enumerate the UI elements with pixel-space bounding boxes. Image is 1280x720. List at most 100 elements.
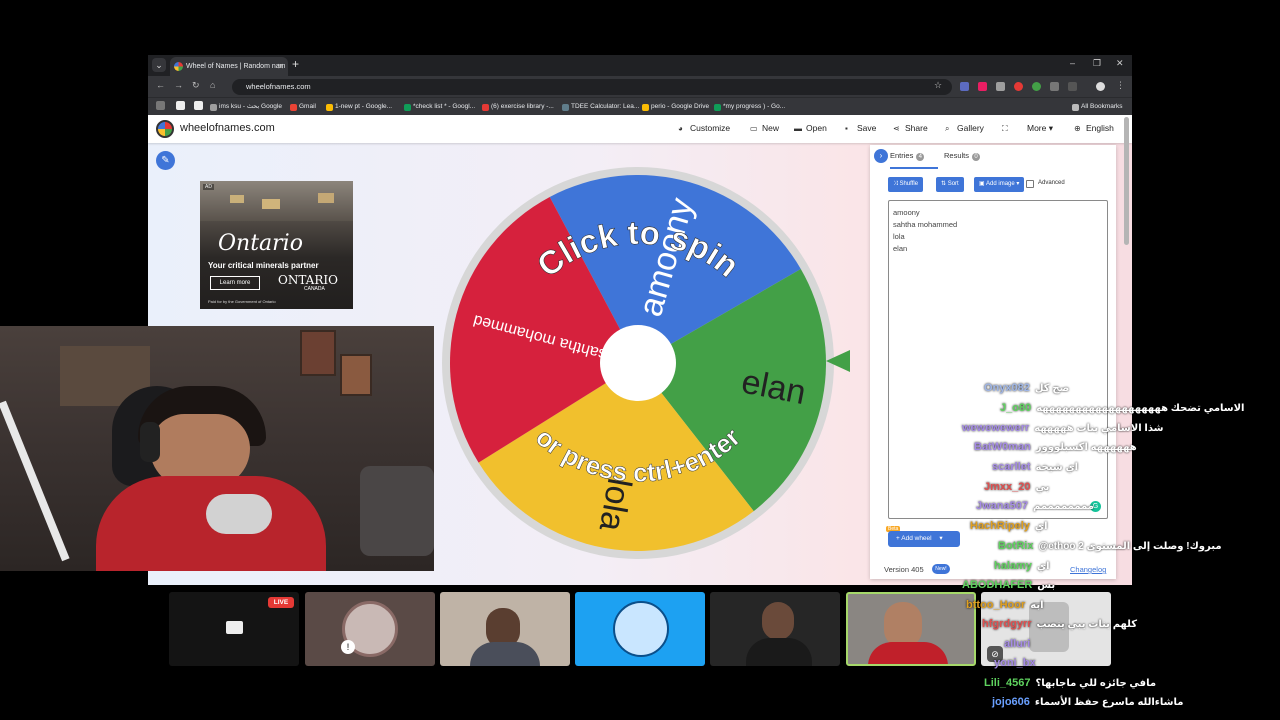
language-selector[interactable]: ⊕ English	[1074, 123, 1114, 133]
tab-search-icon[interactable]: ⌄	[152, 58, 166, 72]
add-wheel-button[interactable]: + Add wheel ▾	[888, 531, 960, 547]
site-header: wheelofnames.com ◕ Customize ▭ New ▬ Open ▪…	[148, 115, 1132, 143]
tab-results[interactable]: Results 0	[944, 151, 981, 161]
chat-username: Onyx082	[984, 382, 1030, 394]
minimize-icon[interactable]: –	[1070, 58, 1075, 68]
extension-icon[interactable]	[996, 82, 1005, 91]
participant-avatar	[613, 601, 669, 657]
save-label: Save	[857, 123, 877, 133]
participant-tile[interactable]	[710, 592, 840, 666]
chat-message: ABODHAFER بس	[962, 579, 1055, 597]
chat-text: اي شيخة	[1035, 462, 1079, 473]
collapse-panel-icon[interactable]: ›	[874, 149, 888, 163]
bookmark-label: *my progress ) - Go...	[723, 103, 786, 110]
bookmark-icon[interactable]	[194, 101, 203, 110]
chat-username: BatW0man	[974, 441, 1031, 453]
chat-username: jojo606	[992, 696, 1030, 708]
extension-icon[interactable]	[978, 82, 987, 91]
profile-avatar[interactable]	[1096, 82, 1105, 91]
bookmark-icon[interactable]	[176, 101, 185, 110]
chat-text: الاسامي تضحك هههههههههههههههههههه	[1036, 403, 1245, 414]
add-image-label: Add image	[986, 181, 1015, 187]
open-button[interactable]: ▬ Open	[794, 123, 827, 133]
bookmark-item[interactable]: ims ksu - بحث Google	[210, 101, 282, 113]
bookmark-item[interactable]: perio - Google Drive	[642, 101, 709, 113]
chat-message: bttoo_Hoor ابه	[966, 599, 1044, 617]
extension-icon[interactable]	[1032, 82, 1041, 91]
chat-message: wewewewerr شذا الاسامي بنات هههههه	[962, 422, 1163, 440]
bookmark-label: 1-new pt - Google...	[335, 103, 393, 110]
bookmark-item[interactable]: *my progress ) - Go...	[714, 101, 785, 113]
close-tab-icon[interactable]: ✕	[277, 57, 284, 76]
home-icon[interactable]: ⌂	[210, 80, 215, 90]
results-tab-label: Results	[944, 151, 970, 160]
chat-message: Jmxx_20 بي	[984, 481, 1049, 499]
chat-message: yoni_bx	[994, 657, 1041, 675]
chat-text: بس	[1037, 580, 1056, 591]
shuffle-button[interactable]: ⤨ Shuffle	[888, 177, 924, 192]
address-bar[interactable]: wheelofnames.com	[232, 79, 952, 95]
chat-message: HachRipely اي	[970, 520, 1048, 538]
bookmark-item[interactable]: *check list * - Googl...	[404, 101, 475, 113]
wheel-logo-icon[interactable]	[156, 120, 174, 138]
new-button[interactable]: ▭ New	[750, 123, 779, 133]
participant-tile[interactable]: !	[305, 592, 435, 666]
apps-icon[interactable]	[156, 101, 165, 110]
edit-pencil-icon[interactable]: ✎	[156, 151, 175, 170]
advanced-checkbox[interactable]	[1026, 180, 1034, 188]
ad-learn-more-button[interactable]: Learn more	[210, 276, 260, 290]
entries-tab-label: Entries	[890, 151, 914, 160]
sheets-icon	[404, 104, 411, 111]
bookmark-item[interactable]: TDEE Calculator: Lea...	[562, 101, 639, 113]
all-bookmarks[interactable]: All Bookmarks	[1072, 101, 1123, 113]
extension-icon[interactable]	[1014, 82, 1023, 91]
customize-button[interactable]: ◕ Customize	[678, 123, 730, 133]
save-button[interactable]: ▪ Save	[845, 123, 876, 133]
reload-icon[interactable]: ↻	[192, 80, 200, 91]
tab-entries[interactable]: Entries 4	[890, 151, 925, 161]
add-image-button[interactable]: ▣ Add image ▾	[974, 177, 1025, 192]
restore-icon[interactable]: ❐	[1093, 58, 1101, 69]
page-scrollbar[interactable]	[1124, 117, 1129, 245]
participant-tile[interactable]	[575, 592, 705, 666]
gallery-button[interactable]: ⌕ Gallery	[945, 123, 984, 134]
tab-title: Wheel of Names | Random nam	[186, 63, 286, 70]
share-icon: ⋖	[893, 124, 900, 133]
browser-menu-icon[interactable]: ⋮	[1116, 80, 1125, 91]
bookmark-item[interactable]: (6) exercise library -...	[482, 101, 554, 113]
ad-banner[interactable]: AD Ontario Your critical minerals partne…	[200, 181, 353, 309]
entry-line: sahtha mohammed	[893, 220, 958, 229]
participant-tile[interactable]	[440, 592, 570, 666]
chat-message: Onyx082 صح كل	[984, 382, 1069, 400]
sort-label: Sort	[947, 181, 959, 187]
bookmark-item[interactable]: 1-new pt - Google...	[326, 101, 392, 113]
bookmark-label: perio - Google Drive	[651, 103, 710, 110]
tab-wheel-of-names[interactable]: Wheel of Names | Random nam ✕	[170, 57, 288, 76]
sort-button[interactable]: ⇅ Sort	[936, 177, 964, 192]
webcam-microphone	[206, 494, 272, 534]
advanced-label: Advanced	[1038, 180, 1065, 186]
tdee-icon	[562, 104, 569, 111]
chat-username: scarllet	[992, 461, 1031, 473]
fullscreen-button[interactable]: ⛶	[1002, 123, 1014, 134]
new-file-icon: ▭	[750, 124, 758, 133]
chat-username: J_o80	[1000, 402, 1032, 414]
chat-text: ماشاءالله ماسرع حفظ الأسماء	[1034, 697, 1184, 708]
forward-icon[interactable]: →	[174, 80, 183, 90]
spin-wheel[interactable]: amoony elan lola sahtha mohammed Click t…	[442, 167, 834, 559]
new-tab-icon[interactable]: +	[292, 57, 299, 71]
extensions-puzzle-icon[interactable]	[1068, 82, 1077, 91]
extension-icon[interactable]	[960, 82, 969, 91]
customize-label: Customize	[690, 123, 731, 133]
back-icon[interactable]: ←	[156, 80, 165, 90]
participant-tile-active[interactable]	[846, 592, 976, 666]
changelog-link[interactable]: Changelog	[1070, 565, 1106, 574]
close-window-icon[interactable]: ✕	[1116, 58, 1124, 69]
bookmark-item[interactable]: Gmail	[290, 101, 316, 113]
extension-icon[interactable]	[1050, 82, 1059, 91]
wheel-center[interactable]	[600, 325, 676, 401]
share-button[interactable]: ⋖ Share	[893, 123, 928, 133]
site-name[interactable]: wheelofnames.com	[180, 122, 275, 134]
more-menu[interactable]: More ▾	[1027, 123, 1053, 134]
bookmark-star-icon[interactable]: ☆	[934, 80, 942, 91]
